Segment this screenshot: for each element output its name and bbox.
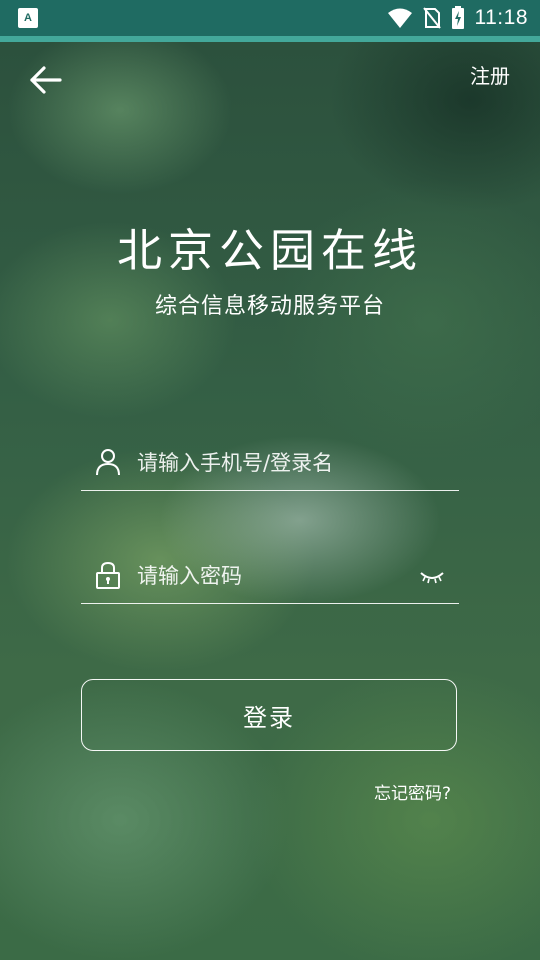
status-clock: 11:18 xyxy=(474,6,528,29)
battery-charging-icon xyxy=(451,6,464,29)
back-button[interactable] xyxy=(26,62,66,98)
wifi-icon xyxy=(387,8,412,28)
app-title: 北京公园在线 xyxy=(116,224,423,277)
status-bar: A 11:18 xyxy=(0,0,540,36)
app-subtitle: 综合信息移动服务平台 xyxy=(154,294,385,319)
username-field[interactable] xyxy=(81,434,459,491)
lock-icon xyxy=(96,561,120,589)
login-button[interactable]: 登录 xyxy=(81,679,457,751)
user-icon xyxy=(96,449,120,476)
forgot-password-link[interactable]: 忘记密码? xyxy=(374,779,451,804)
register-link[interactable]: 注册 xyxy=(470,60,510,89)
no-sim-icon xyxy=(422,7,441,29)
status-accent-line xyxy=(0,36,540,42)
arrow-left-icon xyxy=(30,66,62,94)
eye-closed-icon[interactable] xyxy=(419,569,445,585)
username-input[interactable] xyxy=(135,442,409,484)
app-notification-icon: A xyxy=(18,8,38,28)
password-field[interactable] xyxy=(81,547,459,604)
password-input[interactable] xyxy=(135,555,409,597)
